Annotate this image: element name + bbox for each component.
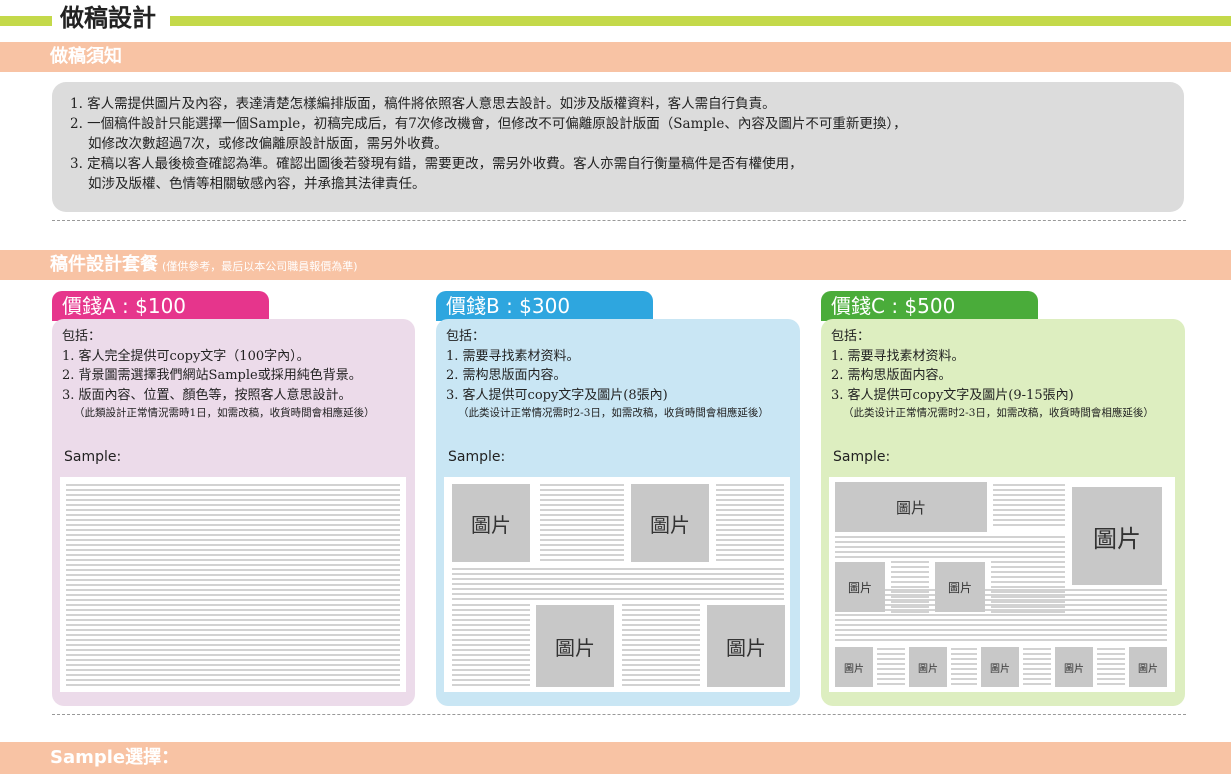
image-placeholder: 圖片 <box>909 647 947 687</box>
package-b-note: （此类设计正常情况需时2-3日，如需改稿，收貨時間會相應延後） <box>458 407 769 419</box>
package-a-note: （此類設計正常情況需時1日，如需改稿，收貨時間會相應延後） <box>74 407 375 419</box>
package-b-description: 包括： 1. 需要寻找素材资料。 2. 需构思版面内容。 3. 客人提供可cop… <box>446 327 769 422</box>
notice-item-2-cont: 如修改次數超過7次，或修改偏離原設計版面，需另外收費。 <box>88 136 448 152</box>
package-c-panel: 包括： 1. 需要寻找素材资料。 2. 需构思版面内容。 3. 客人提供可cop… <box>821 319 1185 706</box>
image-placeholder: 圖片 <box>536 605 614 687</box>
package-a-sample-preview <box>60 477 406 692</box>
package-c-sample-preview: 圖片 圖片 圖片 圖片 圖片 圖片 圖片 圖片 圖片 <box>829 477 1175 692</box>
notice-item-3: 3. 定稿以客人最後檢查確認為準。確認出圖後若發現有錯，需要更改，需另外收費。客… <box>70 156 803 172</box>
image-placeholder: 圖片 <box>707 605 785 687</box>
package-b-panel: 包括： 1. 需要寻找素材资料。 2. 需构思版面内容。 3. 客人提供可cop… <box>436 319 800 706</box>
packages-section-subtitle: (僅供參考，最后以本公司職員報價為準) <box>162 260 358 273</box>
notice-item-3-cont: 如涉及版權、色情等相關敏感內容，并承擔其法律責任。 <box>88 176 426 192</box>
image-placeholder: 圖片 <box>631 484 709 562</box>
packages-section-title: 稿件設計套餐 (僅供參考，最后以本公司職員報價為準) <box>50 254 358 275</box>
image-placeholder: 圖片 <box>981 647 1019 687</box>
image-placeholder: 圖片 <box>935 562 985 612</box>
notice-section-title: 做稿須知 <box>50 46 122 67</box>
package-c-sample-label: Sample: <box>833 449 891 465</box>
notice-item-1: 1. 客人需提供圖片及內容，表達清楚怎樣編排版面，稿件將依照客人意思去設計。如涉… <box>70 96 776 112</box>
package-b-sample-preview: 圖片 圖片 圖片 圖片 <box>444 477 790 692</box>
sample-section-title: Sample選擇： <box>50 747 180 768</box>
notice-box: 1. 客人需提供圖片及內容，表達清楚怎樣編排版面，稿件將依照客人意思去設計。如涉… <box>52 82 1184 212</box>
package-c-note: （此类设计正常情况需时2-3日，如需改稿，收貨時間會相應延後） <box>843 407 1154 419</box>
text-lines-graphic <box>66 484 400 686</box>
package-c-description: 包括： 1. 需要寻找素材资料。 2. 需构思版面内容。 3. 客人提供可cop… <box>831 327 1154 422</box>
notice-list: 1. 客人需提供圖片及內容，表達清楚怎樣編排版面，稿件將依照客人意思去設計。如涉… <box>70 94 907 194</box>
title-rule <box>0 16 1231 26</box>
image-placeholder: 圖片 <box>835 647 873 687</box>
sample-section-header: Sample選擇： <box>0 742 1231 774</box>
package-a-tab: 價錢A : $100 <box>52 291 269 321</box>
image-placeholder: 圖片 <box>835 562 885 612</box>
package-c-tab: 價錢C : $500 <box>821 291 1038 321</box>
image-placeholder: 圖片 <box>1129 647 1167 687</box>
image-placeholder: 圖片 <box>1055 647 1093 687</box>
package-b-sample-label: Sample: <box>448 449 506 465</box>
notice-item-2: 2. 一個稿件設計只能選擇一個Sample，初稿完成后，有7次修改機會，但修改不… <box>70 116 907 132</box>
divider <box>52 220 1186 221</box>
image-placeholder: 圖片 <box>1072 487 1162 585</box>
packages-section-header: 稿件設計套餐 (僅供參考，最后以本公司職員報價為準) <box>0 250 1231 280</box>
image-placeholder: 圖片 <box>835 482 987 532</box>
image-placeholder: 圖片 <box>452 484 530 562</box>
page-title: 做稿設計 <box>52 2 164 34</box>
package-a-sample-label: Sample: <box>64 449 122 465</box>
package-a-description: 包括： 1. 客人完全提供可copy文字（100字內）。 2. 背景圖需選擇我們… <box>62 327 375 422</box>
divider <box>52 714 1186 715</box>
notice-section-header: 做稿須知 <box>0 42 1231 72</box>
package-a-panel: 包括： 1. 客人完全提供可copy文字（100字內）。 2. 背景圖需選擇我們… <box>52 319 415 706</box>
package-b-tab: 價錢B : $300 <box>436 291 653 321</box>
